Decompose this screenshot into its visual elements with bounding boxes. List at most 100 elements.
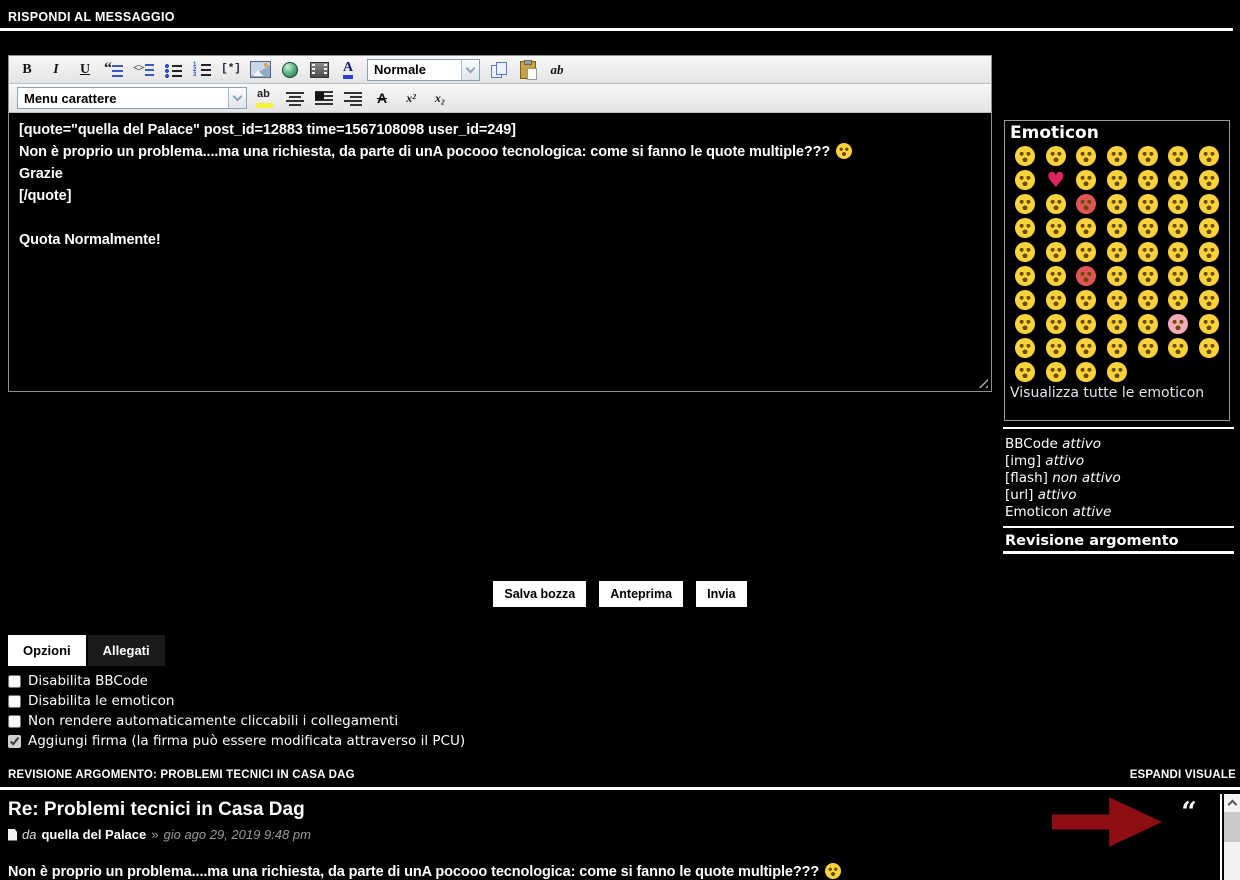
- emoticon-rolling-eyes[interactable]: [1107, 338, 1127, 358]
- image-button[interactable]: [250, 59, 271, 81]
- emoticon-kissing-closed-eyes[interactable]: [1107, 242, 1127, 262]
- emoticon-wink[interactable]: [1076, 146, 1096, 166]
- emoticon-weary[interactable]: [1046, 290, 1066, 310]
- emoticon-sweat-smile[interactable]: [1199, 170, 1219, 190]
- font-select[interactable]: Menu carattere: [17, 87, 247, 109]
- align-right-button[interactable]: [343, 87, 363, 109]
- emoticon-sleeping[interactable]: [1199, 314, 1219, 334]
- show-all-emoticons-link[interactable]: Visualizza tutte le emoticon: [1010, 385, 1224, 401]
- emoticon-cold-sweat[interactable]: [1168, 266, 1188, 286]
- tab-opzioni[interactable]: Opzioni: [8, 635, 86, 666]
- flash-button[interactable]: [309, 59, 329, 81]
- list-numbered-button[interactable]: [192, 59, 212, 81]
- emoticon-astonished[interactable]: [1138, 314, 1158, 334]
- emoticon-hushed[interactable]: [1046, 314, 1066, 334]
- emoticon-disappointed[interactable]: [1199, 242, 1219, 262]
- emoticon-triumph[interactable]: [1107, 266, 1127, 286]
- emoticon-sneezing[interactable]: [1107, 290, 1127, 310]
- emoticon-sunglasses[interactable]: [1199, 194, 1219, 214]
- emoticon-mask[interactable]: [1076, 338, 1096, 358]
- align-center-button[interactable]: [285, 87, 305, 109]
- emoticon-heart-eyes[interactable]: [1138, 146, 1158, 166]
- emoticon-no-mouth[interactable]: [1046, 338, 1066, 358]
- emoticon-smiling-imp[interactable]: [1076, 194, 1096, 214]
- text-direction-button[interactable]: [547, 59, 567, 81]
- message-textarea[interactable]: [quote="quella del Palace" post_id=12883…: [8, 113, 992, 392]
- emoticon-zipper-mouth[interactable]: [1138, 338, 1158, 358]
- option-checkbox[interactable]: [8, 715, 21, 728]
- emoticon-head-bandage[interactable]: [1107, 362, 1127, 382]
- italic-button[interactable]: [46, 59, 66, 81]
- preview-button[interactable]: Anteprima: [599, 581, 683, 607]
- resize-grip-icon[interactable]: [977, 377, 988, 388]
- align-block-button[interactable]: [314, 87, 334, 109]
- scrollbar-thumb[interactable]: [1224, 812, 1240, 842]
- emoticon-disappointed-relieved[interactable]: [1076, 314, 1096, 334]
- emoticon-nerd[interactable]: [1046, 362, 1066, 382]
- scrollbar-up-icon[interactable]: [1224, 794, 1240, 811]
- emoticon-angry[interactable]: [1046, 266, 1066, 286]
- emoticon-grimacing[interactable]: [1168, 290, 1188, 310]
- option-row[interactable]: Non rendere automaticamente cliccabili i…: [8, 711, 465, 731]
- option-checkbox[interactable]: [8, 695, 21, 708]
- emoticon-innocent[interactable]: [1046, 194, 1066, 214]
- save-draft-button[interactable]: Salva bozza: [493, 581, 586, 607]
- emoticon-flushed[interactable]: [1168, 314, 1188, 334]
- style-select[interactable]: Normale: [367, 59, 480, 81]
- option-checkbox[interactable]: [8, 675, 21, 688]
- emoticon-vomiting[interactable]: [1199, 338, 1219, 358]
- option-checkbox[interactable]: [8, 735, 21, 748]
- subscript-button[interactable]: [430, 87, 450, 109]
- emoticon-neutral[interactable]: [1046, 218, 1066, 238]
- emoticon-thinking[interactable]: [1076, 362, 1096, 382]
- bold-button[interactable]: [17, 59, 37, 81]
- emoticon-tongue-closed-eyes[interactable]: [1168, 242, 1188, 262]
- emoticon-cry[interactable]: [1015, 170, 1035, 190]
- link-button[interactable]: [280, 59, 300, 81]
- emoticon-tired[interactable]: [1076, 290, 1096, 310]
- superscript-button[interactable]: [401, 87, 421, 109]
- submit-button[interactable]: Invia: [696, 581, 747, 607]
- option-row[interactable]: Disabilita le emoticon: [8, 691, 465, 711]
- emoticon-blush[interactable]: [1107, 194, 1127, 214]
- emoticon-fearful[interactable]: [1199, 266, 1219, 286]
- emoticon-smirk[interactable]: [1015, 218, 1035, 238]
- emoticon-sob[interactable]: [1199, 290, 1219, 310]
- emoticon-scream[interactable]: [1107, 314, 1127, 334]
- list-bullet-button[interactable]: [163, 59, 183, 81]
- emoticon-expressionless[interactable]: [1076, 218, 1096, 238]
- font-color-button[interactable]: [338, 59, 358, 81]
- emoticon-open-mouth[interactable]: [1015, 314, 1035, 334]
- emoticon-grinning[interactable]: [1076, 170, 1096, 190]
- emoticon-rage[interactable]: [1076, 266, 1096, 286]
- emoticon-sweat[interactable]: [1138, 218, 1158, 238]
- emoticon-grin[interactable]: [1107, 170, 1127, 190]
- tab-allegati[interactable]: Allegati: [88, 635, 165, 666]
- emoticon-dizzy[interactable]: [1015, 338, 1035, 358]
- emoticon-tongue-out[interactable]: [1199, 146, 1219, 166]
- list-item-button[interactable]: [221, 59, 241, 81]
- expand-view-link[interactable]: ESPANDI VISUALE: [1130, 769, 1236, 781]
- code-button[interactable]: [133, 59, 154, 81]
- emoticon-tongue-wink[interactable]: [1138, 242, 1158, 262]
- emoticon-kissing[interactable]: [1046, 242, 1066, 262]
- remove-format-button[interactable]: [372, 87, 392, 109]
- emoticon-unamused[interactable]: [1107, 218, 1127, 238]
- emoticon-laughing[interactable]: [1015, 194, 1035, 214]
- emoticon-pensive[interactable]: [1168, 218, 1188, 238]
- emoticon-smile[interactable]: [1168, 170, 1188, 190]
- quote-post-button[interactable]: “: [1176, 796, 1202, 822]
- option-row[interactable]: Aggiungi firma (la firma può essere modi…: [8, 731, 465, 751]
- emoticon-joy[interactable]: [1168, 146, 1188, 166]
- emoticon-heart[interactable]: ♥: [1046, 170, 1066, 190]
- emoticon-sleepy[interactable]: [1138, 290, 1158, 310]
- emoticon-worried[interactable]: [1015, 266, 1035, 286]
- emoticon-slight-smile[interactable]: [1015, 146, 1035, 166]
- post-author[interactable]: quella del Palace: [41, 827, 146, 842]
- underline-button[interactable]: [75, 59, 95, 81]
- emoticon-confounded[interactable]: [1015, 242, 1035, 262]
- emoticon-nauseated[interactable]: [1168, 338, 1188, 358]
- quote-button[interactable]: [104, 59, 124, 81]
- copy-button[interactable]: [489, 59, 509, 81]
- emoticon-smiley[interactable]: [1138, 170, 1158, 190]
